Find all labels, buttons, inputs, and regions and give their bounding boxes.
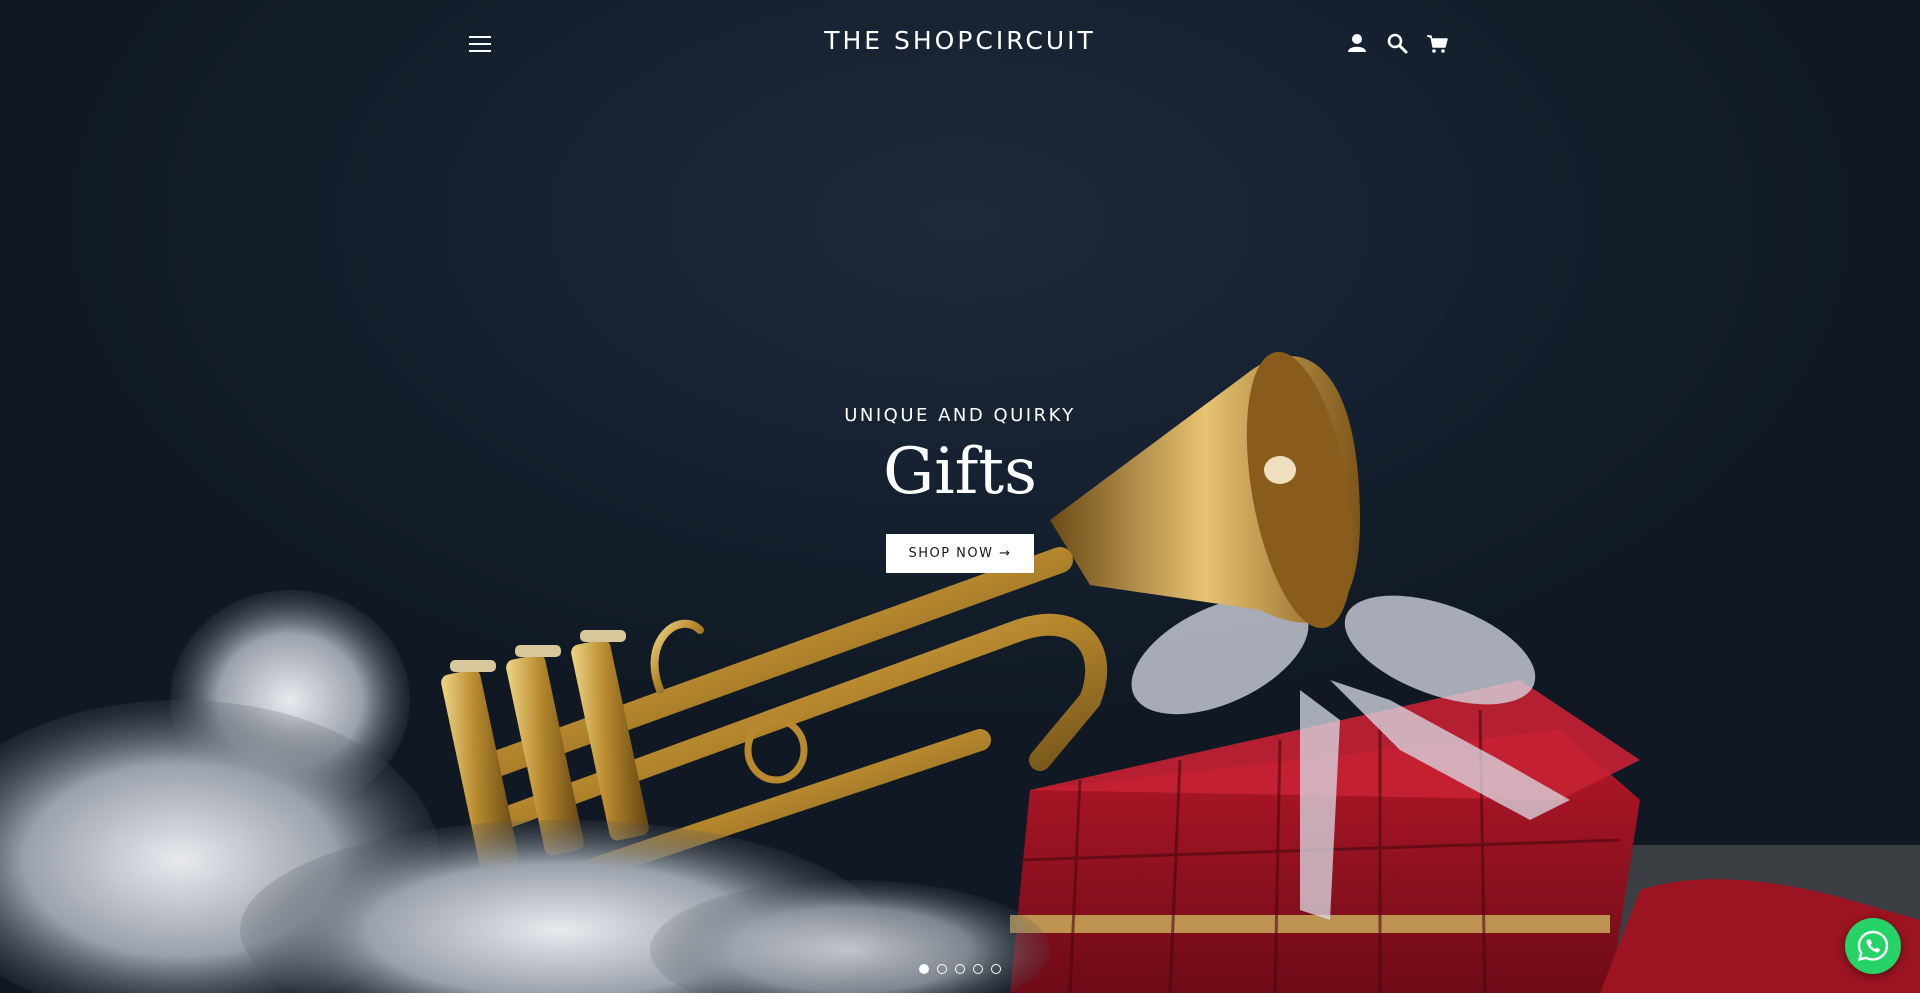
shop-now-button[interactable]: SHOP NOW → — [886, 534, 1034, 573]
search-icon[interactable] — [1384, 30, 1410, 56]
hero-title: Gifts — [883, 435, 1037, 509]
hamburger-menu-icon[interactable] — [466, 30, 494, 58]
slide-dot-1[interactable] — [919, 964, 929, 974]
slideshow-dots — [910, 964, 1010, 974]
slide-dot-4[interactable] — [973, 964, 983, 974]
slide-dot-3[interactable] — [955, 964, 965, 974]
hero-subtitle: UNIQUE AND QUIRKY — [844, 405, 1076, 426]
cart-icon[interactable] — [1424, 30, 1450, 56]
slide-dot-2[interactable] — [937, 964, 947, 974]
hero-content: UNIQUE AND QUIRKY Gifts SHOP NOW → — [660, 400, 1260, 573]
whatsapp-chat-button[interactable] — [1845, 918, 1901, 974]
whatsapp-icon — [1857, 930, 1889, 962]
user-icon[interactable] — [1344, 30, 1370, 56]
site-header: THE SHOPCIRCUIT — [0, 0, 1920, 90]
slide-dot-5[interactable] — [991, 964, 1001, 974]
site-title[interactable]: THE SHOPCIRCUIT — [760, 26, 1160, 55]
hero-slideshow: THE SHOPCIRCUIT UNIQUE AND QUIRKY Gifts … — [0, 0, 1920, 993]
